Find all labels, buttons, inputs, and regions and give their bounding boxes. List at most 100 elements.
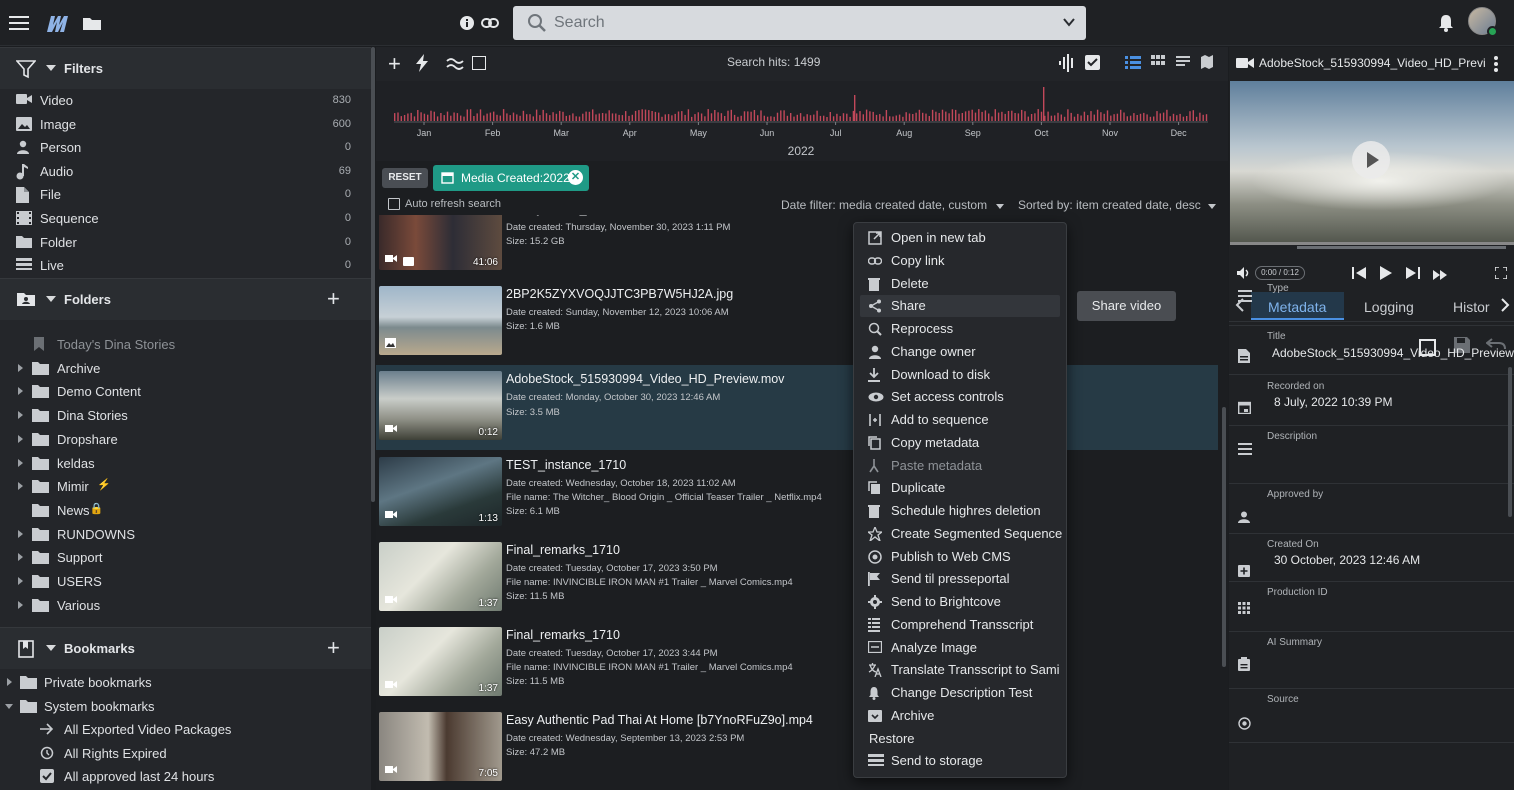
- expand-arrow-icon[interactable]: [18, 434, 23, 443]
- list-item[interactable]: 1:37 Final_remarks_1710 Date created: Tues…: [376, 536, 1218, 621]
- chevron-down-icon[interactable]: [1062, 15, 1076, 32]
- folder-item[interactable]: Demo Content: [0, 379, 371, 403]
- results-scrollbar[interactable]: [1222, 407, 1226, 667]
- filter-chip[interactable]: Media Created:2022 ✕: [433, 165, 589, 191]
- filter-item-live[interactable]: Live 0: [0, 254, 371, 278]
- menu-item-change-owner[interactable]: Change owner: [860, 341, 1060, 363]
- link-icon[interactable]: [478, 11, 502, 35]
- metadata-field-value[interactable]: 30 October, 2023 12:46 AM: [1274, 553, 1420, 567]
- item-title[interactable]: TEST_instance_1710: [506, 458, 626, 472]
- list-item[interactable]: 0:12 AdobeStock_515930994_Video_HD_Previe…: [376, 365, 1218, 451]
- folder-item[interactable]: Archive: [0, 356, 371, 380]
- metadata-field[interactable]: Source: [1229, 689, 1514, 743]
- folder-item[interactable]: RUNDOWNS: [0, 522, 371, 546]
- reset-button[interactable]: RESET: [382, 168, 428, 188]
- menu-item-copy-metadata[interactable]: Copy metadata: [860, 432, 1060, 454]
- bookmark-item[interactable]: Private bookmarks: [0, 670, 371, 694]
- play-overlay-icon[interactable]: [1352, 141, 1390, 179]
- bell-icon[interactable]: [1434, 11, 1458, 35]
- filter-item-audio[interactable]: Audio 69: [0, 160, 371, 184]
- menu-item-archive[interactable]: Archive: [860, 705, 1060, 727]
- expand-arrow-icon[interactable]: [18, 387, 23, 396]
- folder-icon[interactable]: [80, 11, 104, 35]
- bookmark-item[interactable]: All Rights Expired: [0, 741, 371, 765]
- select-all-checkbox[interactable]: [472, 56, 486, 70]
- menu-item-send-til-presseportal[interactable]: Send til presseportal: [860, 568, 1060, 590]
- list-item[interactable]: 1:13 TEST_instance_1710 Date created: Wedn…: [376, 451, 1218, 536]
- item-title[interactable]: Easy Authentic Pad Thai At Home [b7YnoRF…: [506, 713, 813, 727]
- menu-item-download-to-disk[interactable]: Download to disk: [860, 364, 1060, 386]
- map-view-icon[interactable]: [1200, 54, 1214, 73]
- avatar[interactable]: [1468, 7, 1498, 37]
- date-histogram[interactable]: Jan Feb Mar Apr May Jun Jul Aug Sep Oct Nov Dec 2022: [376, 81, 1228, 161]
- folder-item[interactable]: Dina Stories: [0, 403, 371, 427]
- filters-header[interactable]: Filters: [0, 47, 371, 89]
- folder-item[interactable]: keldas: [0, 451, 371, 475]
- metadata-scrollbar[interactable]: [1508, 367, 1512, 517]
- share-video-button[interactable]: Share video: [1077, 291, 1176, 321]
- folder-item[interactable]: USERS: [0, 569, 371, 593]
- folder-item[interactable]: Dropshare: [0, 427, 371, 451]
- bookmark-item[interactable]: System bookmarks: [0, 694, 371, 718]
- thumbnail[interactable]: 41:06: [379, 215, 502, 270]
- menu-item-copy-link[interactable]: Copy link: [860, 250, 1060, 272]
- metadata-field[interactable]: Production ID: [1229, 582, 1514, 632]
- filter-item-image[interactable]: Image 600: [0, 113, 371, 137]
- filter-item-folder[interactable]: Folder 0: [0, 231, 371, 255]
- thumbnail[interactable]: 1:37: [379, 627, 502, 696]
- hamburger-menu-icon[interactable]: [7, 11, 31, 35]
- caret-down-icon[interactable]: [5, 703, 13, 709]
- menu-item-create-segmented-sequence[interactable]: Create Segmented Sequence: [860, 523, 1062, 545]
- add-bookmark-button[interactable]: +: [327, 635, 340, 661]
- thumbnail[interactable]: [379, 286, 502, 356]
- date-filter-dropdown[interactable]: Date filter: media created date, custom: [781, 198, 987, 212]
- menu-item-restore[interactable]: Restore: [860, 728, 1060, 750]
- metadata-field[interactable]: Recorded on 8 July, 2022 10:39 PM: [1229, 376, 1514, 426]
- menu-item-send-to-storage[interactable]: Send to storage: [860, 750, 1060, 772]
- metadata-field[interactable]: Type: [1229, 278, 1514, 326]
- menu-item-set-access-controls[interactable]: Set access controls: [860, 386, 1060, 408]
- expand-arrow-icon[interactable]: [18, 482, 23, 491]
- thumbnail[interactable]: 1:37: [379, 541, 502, 611]
- thumbnail[interactable]: 0:12: [379, 371, 502, 441]
- menu-item-comprehend-transscript[interactable]: Comprehend Transscript: [860, 614, 1060, 636]
- expand-arrow-icon[interactable]: [18, 363, 23, 372]
- metadata-field-value[interactable]: AdobeStock_515930994_Video_HD_Preview.mo: [1272, 346, 1514, 360]
- add-icon[interactable]: +: [388, 51, 401, 77]
- metadata-field[interactable]: Title AdobeStock_515930994_Video_HD_Previ…: [1229, 326, 1514, 375]
- item-title[interactable]: 2BP2K5ZYXVOQJJTC3PB7W5HJ2A.jpg: [506, 287, 733, 301]
- folder-item[interactable]: Mimir ⚡: [0, 474, 371, 498]
- folders-header[interactable]: Folders +: [0, 278, 371, 320]
- expand-arrow-icon[interactable]: [18, 553, 23, 562]
- compact-view-icon[interactable]: [1176, 56, 1190, 71]
- expand-arrow-icon[interactable]: [18, 411, 23, 420]
- more-vert-icon[interactable]: [1493, 55, 1499, 76]
- menu-item-send-to-brightcove[interactable]: Send to Brightcove: [860, 591, 1060, 613]
- item-title[interactable]: AdobeStock_515930994_Video_HD_Preview.mo…: [506, 372, 784, 386]
- expand-arrow-icon[interactable]: [18, 577, 23, 585]
- list-item[interactable]: 1:37 Final_remarks_1710 Date created: Tues…: [376, 621, 1218, 706]
- item-title[interactable]: Final_remarks_1710: [506, 628, 620, 642]
- list-item[interactable]: 41:06 FamilyKarma_S1E1.mxf Date created: T…: [376, 215, 1218, 280]
- expand-arrow-icon[interactable]: [18, 458, 23, 467]
- menu-item-delete[interactable]: Delete: [860, 273, 1060, 295]
- filter-item-sequence[interactable]: Sequence 0: [0, 207, 371, 231]
- info-icon[interactable]: [455, 11, 479, 35]
- menu-item-add-to-sequence[interactable]: Add to sequence: [860, 409, 1060, 431]
- metadata-field-value[interactable]: 8 July, 2022 10:39 PM: [1274, 395, 1393, 409]
- expand-arrow-icon[interactable]: [7, 678, 12, 686]
- expand-arrow-icon[interactable]: [18, 600, 23, 609]
- approx-icon[interactable]: [446, 55, 464, 74]
- menu-item-schedule-highres-deletion[interactable]: Schedule highres deletion: [860, 500, 1060, 522]
- histogram-chart[interactable]: Jan Feb Mar Apr May Jun Jul Aug Sep Oct Nov Dec 2022: [376, 81, 1228, 161]
- menu-item-duplicate[interactable]: Duplicate: [860, 477, 1060, 499]
- menu-item-change-description-test[interactable]: Change Description Test: [860, 682, 1060, 704]
- metadata-field[interactable]: AI Summary: [1229, 632, 1514, 689]
- search-input[interactable]: Search: [554, 14, 605, 32]
- metadata-field[interactable]: Approved by: [1229, 484, 1514, 534]
- item-title[interactable]: Final_remarks_1710: [506, 543, 620, 557]
- folder-item[interactable]: Today's Dina Stories: [0, 332, 371, 356]
- menu-item-reprocess[interactable]: Reprocess: [860, 318, 1060, 340]
- menu-item-open-in-new-tab[interactable]: Open in new tab: [860, 227, 1060, 249]
- waveform-icon[interactable]: [1058, 54, 1076, 75]
